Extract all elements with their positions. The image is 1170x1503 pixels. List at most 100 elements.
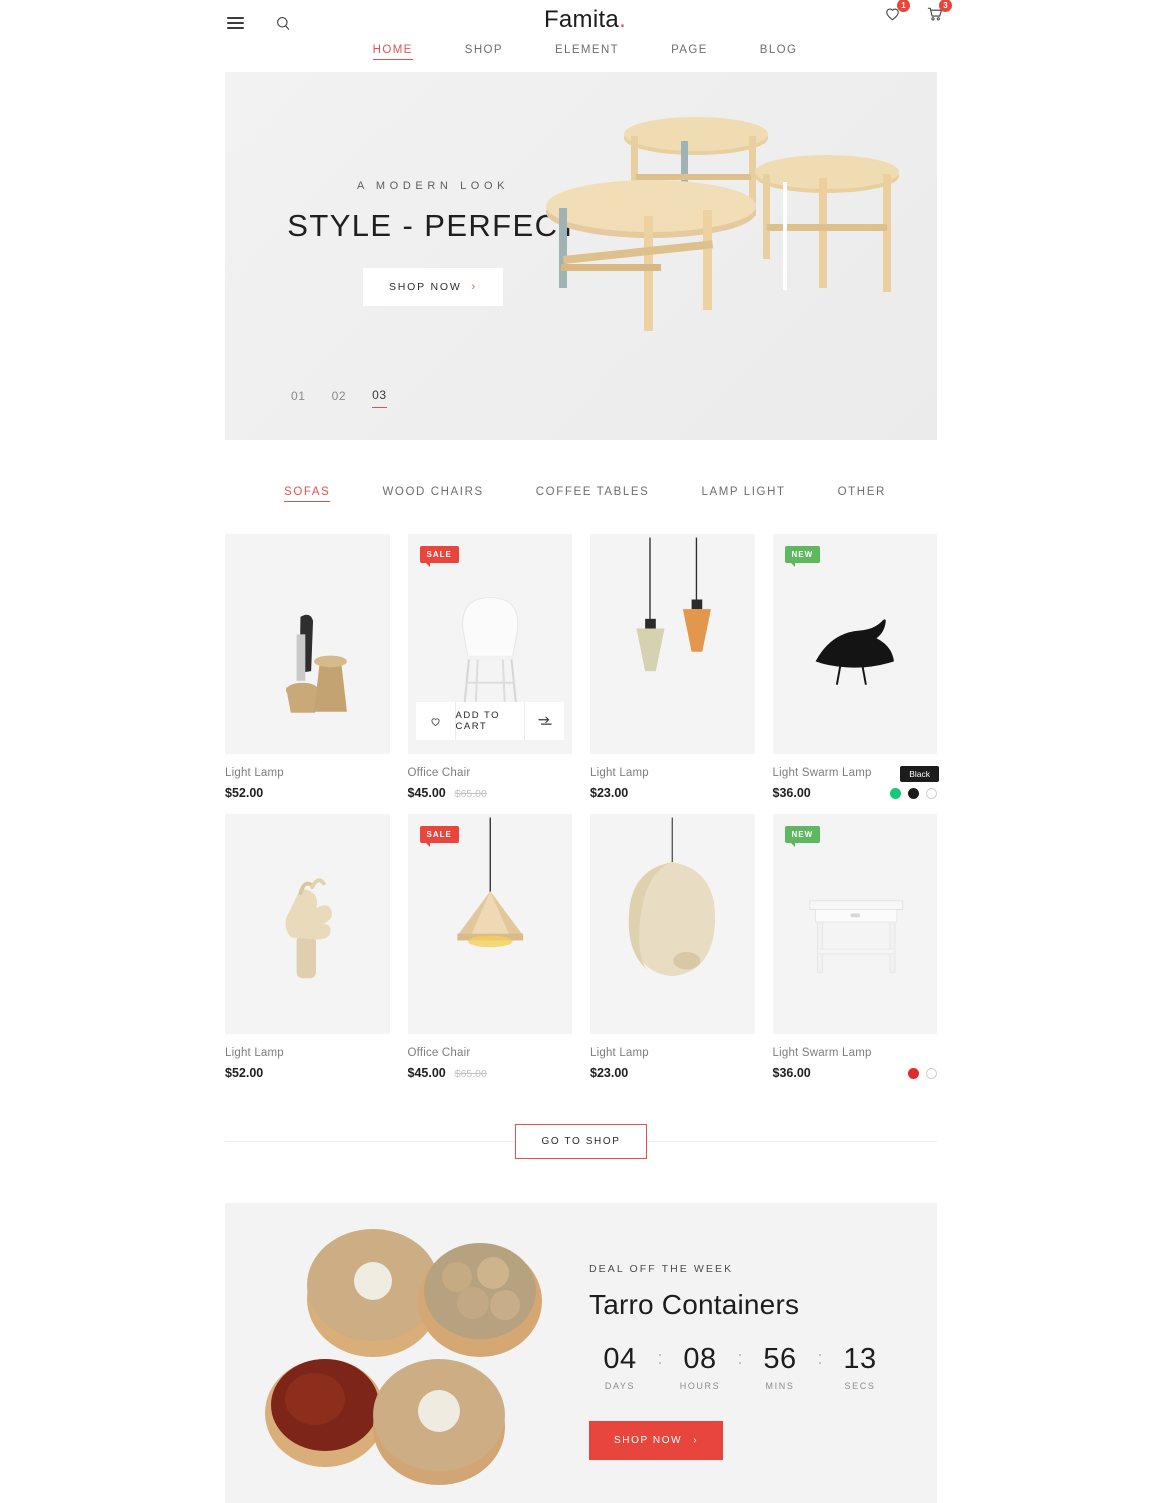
header-top-row: Famita. 1 3 bbox=[225, 0, 952, 46]
countdown-secs-label: SECS bbox=[844, 1381, 876, 1391]
wishlist-count-badge: 1 bbox=[897, 0, 910, 12]
compare-icon[interactable] bbox=[524, 702, 564, 740]
add-to-cart-button[interactable]: ADD TO CART bbox=[456, 702, 525, 740]
product-old-price: $65.00 bbox=[454, 788, 487, 800]
deal-product-image bbox=[225, 1203, 585, 1503]
product-name: Office Chair bbox=[407, 767, 471, 779]
countdown-hours-value: 08 bbox=[683, 1343, 717, 1375]
product-footer: $45.00 $65.00 bbox=[408, 1066, 573, 1080]
product-price-wrap: $36.00 bbox=[773, 786, 811, 800]
hero-pagination: 01 02 03 bbox=[291, 388, 387, 408]
product-card[interactable]: SALE Office Chair $45.00 $65.00 bbox=[407, 814, 573, 1080]
product-image[interactable] bbox=[225, 534, 390, 754]
product-name: Light Lamp bbox=[590, 767, 649, 779]
product-image[interactable] bbox=[590, 534, 755, 754]
hero-button-label: SHOP NOW bbox=[388, 281, 462, 293]
swatch-green[interactable] bbox=[890, 787, 901, 799]
product-card[interactable]: SALE ADD TO CART Office Chair $45.00 $65… bbox=[407, 534, 572, 800]
countdown-mins-value: 56 bbox=[763, 1343, 797, 1375]
product-hover-actions: ADD TO CART bbox=[415, 702, 564, 740]
product-price-wrap: $23.00 bbox=[590, 1066, 628, 1080]
product-card[interactable]: NEW Light Swarm Lamp $36.00 Black bbox=[772, 534, 939, 800]
logo-text: Famita bbox=[543, 6, 620, 33]
product-name: Light Lamp bbox=[225, 1047, 284, 1059]
cart-count-badge: 3 bbox=[939, 0, 952, 12]
hero-slide-01[interactable]: 01 bbox=[291, 389, 306, 408]
product-image[interactable]: NEW bbox=[772, 534, 937, 754]
product-card[interactable]: Light Lamp $52.00 bbox=[225, 814, 390, 1080]
tab-sofas[interactable]: SOFAS bbox=[284, 486, 331, 502]
product-image[interactable]: SALE ADD TO CART bbox=[407, 534, 572, 754]
product-footer: $23.00 bbox=[590, 1066, 755, 1080]
product-price: $23.00 bbox=[590, 786, 629, 800]
product-image[interactable]: NEW bbox=[772, 814, 937, 1034]
nav-item-element[interactable]: ELEMENT bbox=[555, 44, 619, 60]
search-icon[interactable] bbox=[273, 13, 293, 33]
swatch-red[interactable] bbox=[908, 1067, 919, 1079]
product-card[interactable]: NEW Light Swarm Lamp $36.00 bbox=[772, 814, 937, 1080]
deal-title: Tarro Containers bbox=[589, 1289, 800, 1320]
product-price: $52.00 bbox=[225, 1066, 264, 1080]
nav-item-blog[interactable]: BLOG bbox=[760, 44, 798, 60]
nav-item-home[interactable]: HOME bbox=[372, 44, 413, 60]
deal-kicker: DEAL OFF THE WEEK bbox=[589, 1263, 734, 1275]
product-grid: Light Lamp $52.00 SALE ADD TO CART Offic… bbox=[225, 534, 939, 1080]
cart-button[interactable]: 3 bbox=[925, 0, 952, 26]
deal-button-label: SHOP NOW bbox=[614, 1435, 683, 1446]
site-logo[interactable]: Famita. bbox=[544, 6, 626, 34]
wishlist-button[interactable]: 1 bbox=[883, 0, 910, 26]
swatch-tooltip: Black bbox=[900, 765, 939, 782]
go-to-shop-button[interactable]: GO TO SHOP bbox=[514, 1123, 648, 1159]
add-to-wishlist-button[interactable] bbox=[416, 702, 456, 740]
product-price: $23.00 bbox=[590, 1066, 629, 1080]
header-right-icons: 1 3 bbox=[883, 0, 952, 26]
product-name: Light Swarm Lamp bbox=[772, 1047, 872, 1059]
tab-lamp-light[interactable]: LAMP LIGHT bbox=[701, 486, 785, 502]
countdown-separator: : bbox=[657, 1348, 663, 1368]
product-price: $52.00 bbox=[225, 786, 264, 800]
tab-wood-chairs[interactable]: WOOD CHAIRS bbox=[382, 486, 483, 502]
product-name: Office Chair bbox=[407, 1047, 471, 1059]
new-badge: NEW bbox=[784, 546, 821, 567]
countdown-hours-label: HOURS bbox=[679, 1381, 721, 1391]
product-card[interactable]: Light Lamp $52.00 bbox=[225, 534, 390, 800]
product-price-wrap: $45.00 $65.00 bbox=[408, 786, 487, 800]
swatch-white[interactable] bbox=[926, 1067, 937, 1079]
nav-item-page[interactable]: PAGE bbox=[671, 44, 708, 60]
product-image[interactable] bbox=[590, 814, 755, 1034]
deal-copy: DEAL OFF THE WEEK Tarro Containers 04 DA… bbox=[585, 1203, 937, 1503]
countdown-days-value: 04 bbox=[603, 1343, 637, 1375]
product-old-price: $65.00 bbox=[454, 1068, 487, 1080]
hamburger-menu-icon[interactable] bbox=[225, 13, 245, 33]
product-price-wrap: $36.00 bbox=[773, 1066, 811, 1080]
product-price-wrap: $45.00 $65.00 bbox=[408, 1066, 487, 1080]
product-image[interactable]: SALE bbox=[407, 814, 572, 1034]
nav-item-shop[interactable]: SHOP bbox=[465, 44, 503, 60]
product-name: Light Lamp bbox=[225, 767, 284, 779]
product-card[interactable]: Light Lamp $23.00 bbox=[590, 534, 755, 800]
product-card[interactable]: Light Lamp $23.00 bbox=[590, 814, 755, 1080]
product-footer: $52.00 bbox=[225, 1066, 390, 1080]
hero-shop-now-button[interactable]: SHOP NOW › bbox=[362, 268, 503, 306]
product-footer: $36.00 Black bbox=[773, 765, 939, 800]
deal-shop-now-button[interactable]: SHOP NOW › bbox=[589, 1421, 724, 1460]
site-header: Famita. 1 3 HOME SHOP ELEMENT PAGE BLOG bbox=[0, 0, 1170, 72]
swatch-black[interactable] bbox=[908, 787, 919, 799]
hero-product-image bbox=[531, 96, 931, 346]
tab-coffee-tables[interactable]: COFFEE TABLES bbox=[536, 486, 650, 502]
product-price-wrap: $52.00 bbox=[225, 786, 263, 800]
logo-dot: . bbox=[619, 6, 627, 33]
sale-badge: SALE bbox=[419, 546, 459, 567]
countdown-secs-value: 13 bbox=[843, 1343, 877, 1375]
tab-other[interactable]: OTHER bbox=[838, 486, 886, 502]
deal-banner: DEAL OFF THE WEEK Tarro Containers 04 DA… bbox=[225, 1203, 937, 1503]
product-image[interactable] bbox=[225, 814, 390, 1034]
countdown-separator: : bbox=[817, 1348, 823, 1368]
swatch-white[interactable] bbox=[926, 787, 937, 799]
hero-slide-02[interactable]: 02 bbox=[332, 389, 347, 408]
product-footer: $52.00 bbox=[225, 786, 390, 800]
product-price-wrap: $52.00 bbox=[225, 1066, 263, 1080]
new-badge: NEW bbox=[784, 826, 821, 847]
hero-slide-03[interactable]: 03 bbox=[372, 388, 387, 408]
category-tabs: SOFAS WOOD CHAIRS COFFEE TABLES LAMP LIG… bbox=[0, 486, 1170, 502]
